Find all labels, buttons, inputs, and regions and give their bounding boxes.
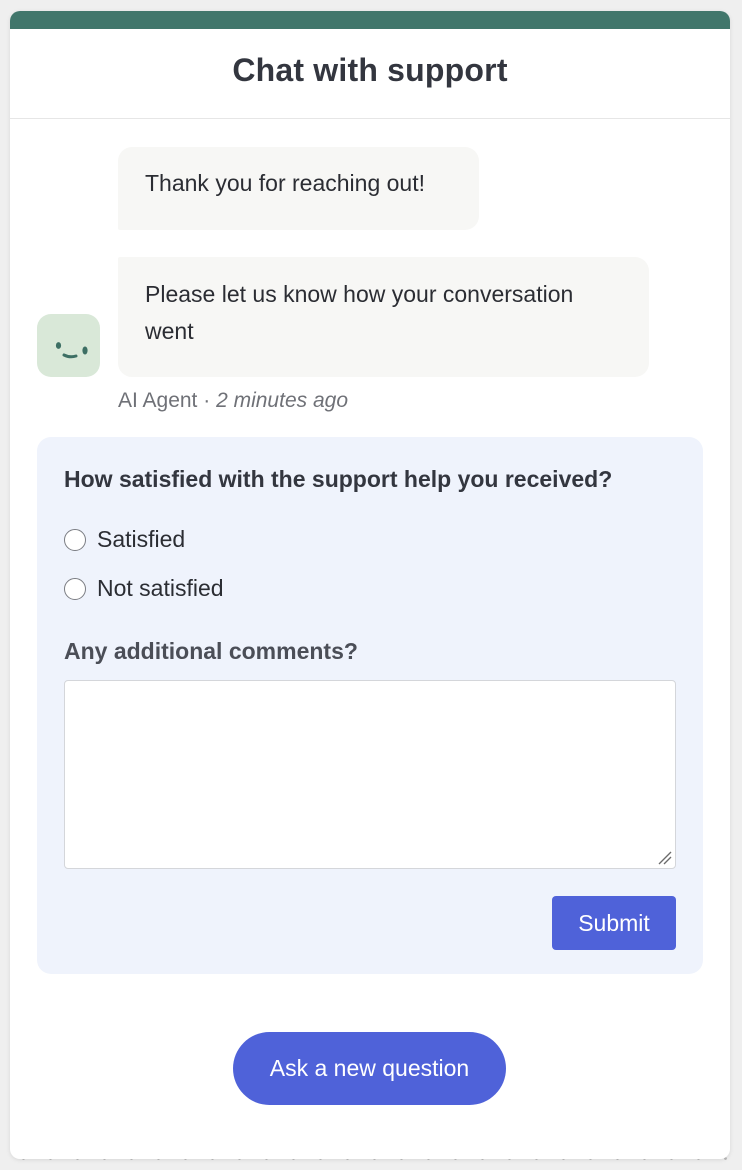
message-bubble: Please let us know how your conversation… xyxy=(118,257,649,377)
radio-option-not-satisfied[interactable]: Not satisfied xyxy=(64,575,224,602)
message-meta: AI Agent · 2 minutes ago xyxy=(118,389,348,413)
chat-widget: Chat with support Thank you for reaching… xyxy=(10,11,730,1159)
radio-button-satisfied[interactable] xyxy=(64,528,86,551)
ask-new-question-button[interactable]: Ask a new question xyxy=(233,1032,506,1105)
top-accent-bar xyxy=(10,11,730,29)
radio-label-satisfied: Satisfied xyxy=(97,526,186,552)
radio-option-satisfied[interactable]: Satisfied xyxy=(64,526,185,553)
message-timestamp: 2 minutes ago xyxy=(216,389,348,412)
survey-question: How satisfied with the support help you … xyxy=(64,466,613,492)
resize-handle-icon[interactable] xyxy=(658,851,672,865)
satisfaction-survey: How satisfied with the support help you … xyxy=(37,437,703,974)
agent-avatar xyxy=(37,314,100,377)
sender-name: AI Agent xyxy=(118,389,198,412)
meta-separator: · xyxy=(197,389,217,412)
chat-header: Chat with support xyxy=(10,29,730,119)
comments-label: Any additional comments? xyxy=(64,638,358,664)
submit-button[interactable]: Submit xyxy=(552,896,676,950)
smile-face-icon xyxy=(55,342,88,359)
radio-label-not-satisfied: Not satisfied xyxy=(97,575,224,601)
message-bubble: Thank you for reaching out! xyxy=(118,147,479,230)
page-title: Chat with support xyxy=(232,52,508,88)
radio-button-not-satisfied[interactable] xyxy=(64,577,86,600)
comments-textarea[interactable] xyxy=(64,680,676,869)
